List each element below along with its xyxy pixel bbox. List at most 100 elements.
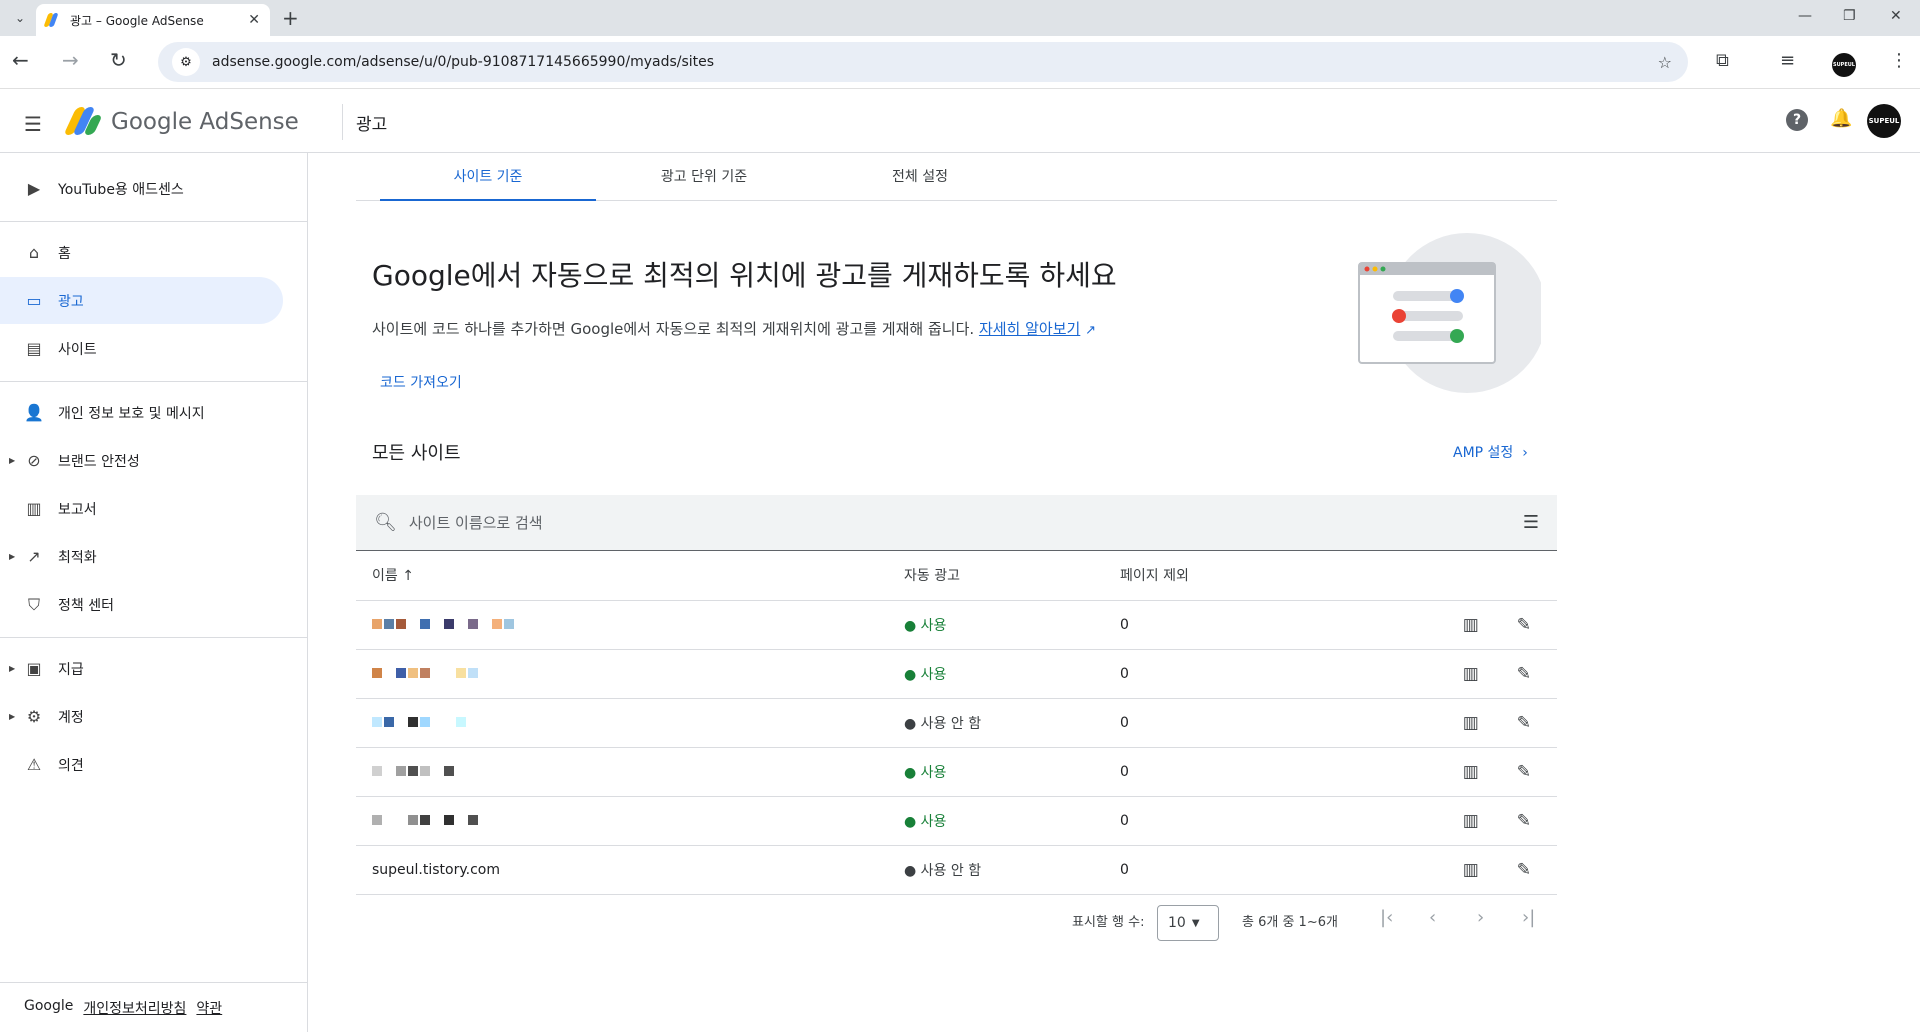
back-icon[interactable]: ←: [12, 48, 29, 72]
tab-close-icon[interactable]: ✕: [248, 12, 260, 28]
next-page-icon[interactable]: ›: [1477, 907, 1484, 928]
sort-arrow-up-icon: ↑: [402, 568, 414, 585]
sidebar-divider: [0, 982, 308, 983]
expand-caret-icon[interactable]: ▶: [9, 456, 15, 465]
edit-pencil-icon[interactable]: ✎: [1517, 615, 1531, 635]
extensions-icon[interactable]: ⧉: [1716, 50, 1729, 71]
expand-caret-icon[interactable]: ▶: [9, 712, 15, 721]
notifications-icon[interactable]: 🔔: [1830, 108, 1852, 129]
dropdown-arrow-icon: ▼: [1191, 917, 1200, 929]
site-info-icon[interactable]: ⚙: [172, 48, 200, 76]
sidebar-item-brand-safety[interactable]: ▶ ⊘ 브랜드 안전성: [0, 437, 283, 484]
terms-link[interactable]: 약관: [196, 998, 222, 1018]
tab-by-ad-unit[interactable]: 광고 단위 기준: [596, 153, 812, 201]
minimize-icon[interactable]: —: [1798, 8, 1812, 24]
report-chart-icon[interactable]: ▥: [1463, 762, 1479, 782]
tab-search-icon[interactable]: ⌄: [10, 8, 30, 28]
forward-icon[interactable]: →: [62, 48, 79, 72]
feedback-icon: ⚠: [26, 755, 42, 774]
browser-profile-avatar[interactable]: SUPEUL: [1832, 53, 1856, 77]
sidebar-item-label: 보고서: [58, 501, 97, 518]
sidebar-item-label: 브랜드 안전성: [58, 453, 140, 470]
app-header: ☰ Google AdSense 광고 ? 🔔 SUPEUL: [0, 90, 1920, 153]
footer-google: Google: [24, 998, 74, 1014]
settings-gear-icon: ⚙: [26, 707, 42, 726]
rows-per-page-label: 표시할 행 수:: [1072, 915, 1145, 930]
tab-by-site[interactable]: 사이트 기준: [380, 153, 596, 201]
sidebar-divider: [0, 637, 308, 638]
policy-shield-icon: ⛉: [27, 594, 40, 614]
sidebar-item-sites[interactable]: ▤ 사이트: [0, 325, 283, 372]
report-chart-icon[interactable]: ▥: [1463, 713, 1479, 733]
report-chart-icon[interactable]: ▥: [1463, 664, 1479, 684]
edit-pencil-icon[interactable]: ✎: [1517, 860, 1531, 880]
new-tab-button[interactable]: +: [282, 6, 299, 30]
sidebar-item-privacy[interactable]: 👤 개인 정보 보호 및 메시지: [0, 389, 283, 436]
sidebar-item-optimization[interactable]: ▶ ↗ 최적화: [0, 533, 283, 580]
account-avatar[interactable]: SUPEUL: [1867, 104, 1901, 138]
sidebar: ▶ YouTube용 애드센스 ⌂ 홈 ▭ 광고 ▤ 사이트 👤 개인 정보 보…: [0, 153, 308, 1032]
table-row[interactable]: supeul.tistory.com ● 사용 안 함 0 ▥ ✎: [356, 845, 1557, 895]
expand-caret-icon[interactable]: ▶: [9, 552, 15, 561]
table-row[interactable]: ● 사용 0 ▥ ✎: [356, 649, 1557, 699]
edit-pencil-icon[interactable]: ✎: [1517, 713, 1531, 733]
restore-icon[interactable]: ❐: [1843, 8, 1856, 24]
bookmark-star-icon[interactable]: ☆: [1658, 53, 1672, 72]
pagination: 표시할 행 수: 10 ▼ 총 6개 중 1~6개 |‹ ‹ › ›|: [356, 895, 1557, 945]
page-count-text: 총 6개 중 1~6개: [1242, 915, 1338, 930]
report-chart-icon[interactable]: ▥: [1463, 811, 1479, 831]
sidebar-item-label: 계정: [58, 709, 84, 726]
first-page-icon[interactable]: |‹: [1380, 907, 1393, 928]
learn-more-link[interactable]: 자세히 알아보기: [979, 320, 1080, 338]
address-bar[interactable]: ⚙ adsense.google.com/adsense/u/0/pub-910…: [158, 42, 1688, 82]
help-icon[interactable]: ?: [1786, 109, 1808, 131]
table-row[interactable]: ● 사용 0 ▥ ✎: [356, 747, 1557, 797]
browser-menu-icon[interactable]: ⋮: [1890, 50, 1908, 71]
sidebar-item-reports[interactable]: ▥ 보고서: [0, 485, 283, 532]
table-row[interactable]: ● 사용 안 함 0 ▥ ✎: [356, 698, 1557, 748]
edit-pencil-icon[interactable]: ✎: [1517, 811, 1531, 831]
sidebar-item-feedback[interactable]: ⚠ 의견: [0, 741, 283, 788]
trending-icon: ↗: [27, 547, 41, 566]
filter-icon[interactable]: ☰: [1523, 512, 1539, 533]
report-chart-icon[interactable]: ▥: [1463, 615, 1479, 635]
site-search-bar[interactable]: 🔍︎ 사이트 이름으로 검색 ☰: [356, 495, 1557, 551]
tab-global-settings[interactable]: 전체 설정: [812, 153, 1028, 201]
row-actions: ▥ ✎: [1420, 845, 1557, 895]
sidebar-item-account[interactable]: ▶ ⚙ 계정: [0, 693, 283, 740]
site-name-cell: [356, 698, 904, 748]
edit-pencil-icon[interactable]: ✎: [1517, 762, 1531, 782]
last-page-icon[interactable]: ›|: [1522, 907, 1535, 928]
prev-page-icon[interactable]: ‹: [1429, 907, 1436, 928]
sidebar-item-youtube[interactable]: ▶ YouTube용 애드센스: [0, 165, 283, 212]
external-link-icon: ↗: [1085, 323, 1096, 338]
rows-per-page-select[interactable]: 10 ▼: [1157, 905, 1219, 941]
get-code-button[interactable]: 코드 가져오기: [380, 372, 462, 392]
brand-name[interactable]: Google AdSense: [111, 109, 299, 135]
sidebar-item-ads[interactable]: ▭ 광고: [0, 277, 283, 324]
amp-settings-link[interactable]: AMP 설정 ›: [1453, 442, 1528, 462]
sidebar-footer: Google 개인정보처리방침 약관: [24, 998, 222, 1018]
edit-pencil-icon[interactable]: ✎: [1517, 664, 1531, 684]
row-actions: ▥ ✎: [1420, 698, 1557, 748]
auto-ads-illustration: [1358, 233, 1541, 393]
rows-per-page-value: 10: [1168, 915, 1186, 931]
privacy-policy-link[interactable]: 개인정보처리방침: [83, 998, 186, 1018]
sidebar-item-policy[interactable]: ⛉ 정책 센터: [0, 581, 283, 628]
page-exclusions-count: 0: [1120, 698, 1420, 748]
search-input[interactable]: 사이트 이름으로 검색: [409, 512, 543, 533]
browser-tab[interactable]: 광고 – Google AdSense ✕: [36, 4, 270, 36]
table-row[interactable]: ● 사용 0 ▥ ✎: [356, 796, 1557, 846]
table-row[interactable]: ● 사용 0 ▥ ✎: [356, 600, 1557, 650]
media-control-icon[interactable]: ≡: [1780, 50, 1795, 71]
payments-icon: ▣: [26, 659, 42, 678]
sidebar-item-home[interactable]: ⌂ 홈: [0, 229, 283, 276]
col-name-header[interactable]: 이름 ↑: [356, 551, 904, 601]
redacted-site-name: [372, 814, 478, 825]
reload-icon[interactable]: ↻: [110, 48, 127, 72]
sidebar-item-payments[interactable]: ▶ ▣ 지급: [0, 645, 283, 692]
report-chart-icon[interactable]: ▥: [1463, 860, 1479, 880]
menu-icon[interactable]: ☰: [24, 112, 42, 136]
expand-caret-icon[interactable]: ▶: [9, 664, 15, 673]
close-window-icon[interactable]: ✕: [1890, 8, 1902, 24]
